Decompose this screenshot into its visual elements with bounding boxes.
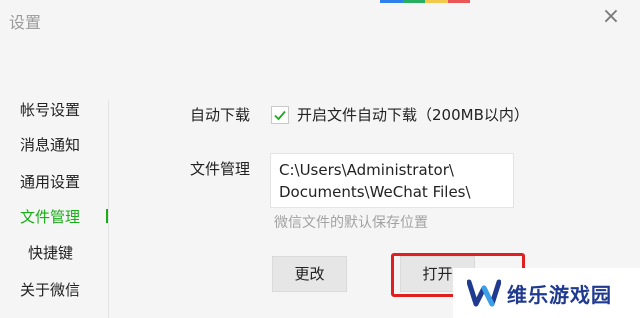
sidebar-item-shortcuts[interactable]: 快捷键 [0, 239, 108, 265]
auto-download-checkbox-label[interactable]: 开启文件自动下载（200MB以内） [297, 104, 529, 125]
sidebar-item-general[interactable]: 通用设置 [0, 168, 108, 194]
window-title: 设置 [9, 13, 42, 32]
file-path-line-1: C:\Users\Administrator\ [279, 161, 454, 179]
sidebar-divider [108, 100, 109, 318]
close-button[interactable]: × [598, 4, 624, 30]
sidebar-item-label: 通用设置 [20, 173, 81, 191]
file-path-line-2: Documents\WeChat Files\ [279, 183, 471, 201]
settings-window: 设置 × 帐号设置 消息通知 通用设置 文件管理 快捷键 关于微信 自动下载 开… [0, 0, 640, 318]
decorative-strip [380, 0, 470, 3]
sidebar-item-label: 帐号设置 [20, 101, 81, 119]
file-path-field: C:\Users\Administrator\ Documents\WeChat… [270, 153, 514, 208]
sidebar-item-about[interactable]: 关于微信 [0, 276, 108, 302]
strip-segment-1 [380, 0, 403, 3]
check-icon [274, 110, 286, 121]
sidebar-item-label: 快捷键 [28, 244, 74, 262]
sidebar-item-account[interactable]: 帐号设置 [0, 96, 108, 122]
strip-segment-3 [425, 0, 448, 3]
change-button[interactable]: 更改 [272, 256, 347, 292]
sidebar-item-label: 关于微信 [20, 281, 81, 299]
sidebar-item-notifications[interactable]: 消息通知 [0, 131, 108, 157]
sidebar-item-label: 文件管理 [20, 208, 81, 226]
logo-icon [467, 276, 501, 310]
sidebar-item-label: 消息通知 [20, 136, 81, 154]
logo-w-glyph [467, 279, 501, 307]
sidebar-item-file-management[interactable]: 文件管理 [0, 203, 108, 229]
file-management-label: 文件管理 [190, 160, 251, 178]
strip-segment-2 [402, 0, 425, 3]
strip-segment-4 [447, 0, 470, 3]
watermark-text: 维乐游戏园 [507, 282, 612, 307]
watermark-badge: 维乐游戏园 [453, 268, 640, 318]
file-path-hint: 微信文件的默认保存位置 [274, 215, 428, 231]
close-icon: × [601, 4, 621, 29]
auto-download-label: 自动下载 [190, 106, 251, 124]
auto-download-checkbox[interactable] [271, 106, 289, 124]
